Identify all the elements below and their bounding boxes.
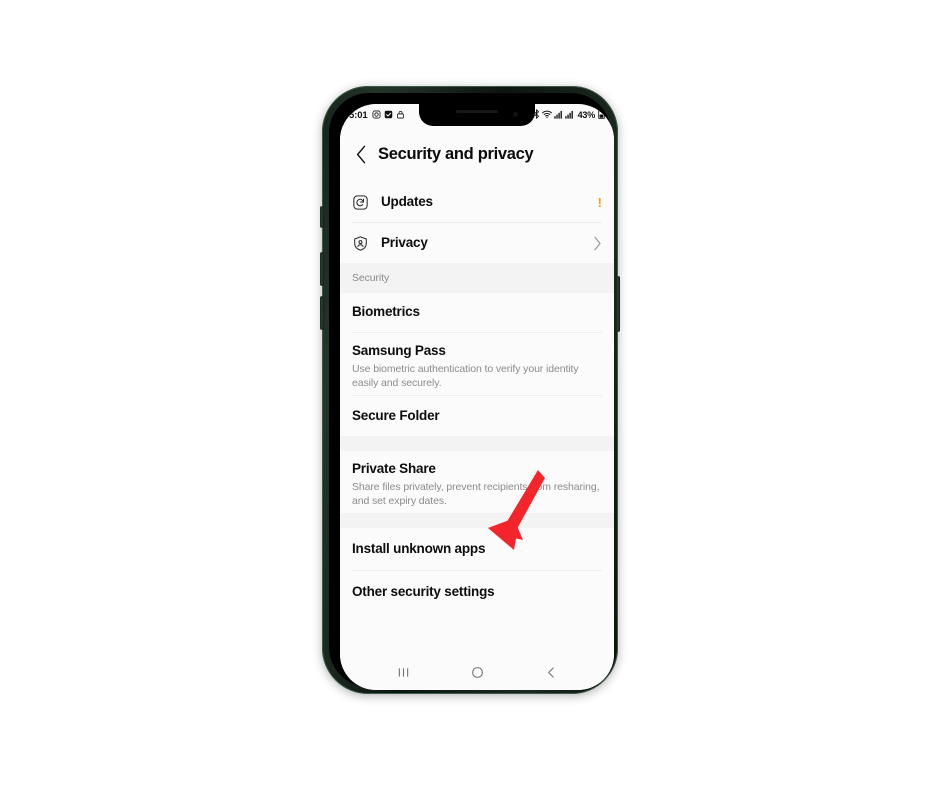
- android-navigation-bar: [340, 654, 614, 690]
- alert-badge: !: [598, 196, 602, 209]
- list-item-text: Biometrics: [352, 304, 602, 321]
- volume-down-button[interactable]: [320, 296, 324, 330]
- silence-switch-button[interactable]: [320, 206, 324, 228]
- lock-icon: [396, 106, 405, 124]
- list-item-samsung-pass[interactable]: Samsung Pass Use biometric authenticatio…: [340, 333, 614, 395]
- signal-bars-icon: [564, 106, 574, 124]
- status-bar-right: 43%: [533, 106, 605, 124]
- list-item-title: Biometrics: [352, 304, 420, 320]
- list-item-text: Secure Folder: [352, 408, 602, 425]
- power-button[interactable]: [616, 276, 620, 332]
- signal-bars-icon: [553, 106, 563, 124]
- page-title: Security and privacy: [378, 144, 534, 163]
- list-item-text: Samsung Pass Use biometric authenticatio…: [352, 343, 602, 391]
- list-item-title: Privacy: [381, 234, 428, 250]
- list-item-text: Privacy: [381, 235, 587, 252]
- group-separator: [340, 436, 614, 451]
- home-icon[interactable]: [462, 659, 492, 685]
- checkbox-icon: [384, 106, 393, 124]
- list-item-text: Other security settings: [352, 584, 602, 601]
- software-update-icon: [350, 192, 370, 212]
- list-item-description: Share files privately, prevent recipient…: [352, 480, 600, 507]
- chevron-right-icon: [593, 236, 602, 251]
- group-separator: [340, 513, 614, 528]
- list-item-text: Private Share Share files privately, pre…: [352, 461, 602, 509]
- settings-list: Updates ! Privacy Security Biometrics Sa…: [340, 182, 614, 654]
- chevron-left-icon[interactable]: [351, 144, 371, 164]
- battery-percent-label: 43%: [577, 110, 596, 120]
- phone-bezel: 5:01 43% Security and privacy Updates ! …: [329, 93, 614, 690]
- list-item-title: Install unknown apps: [352, 540, 486, 556]
- display-notch: [419, 104, 535, 126]
- page-header: Security and privacy: [340, 126, 614, 182]
- list-item-install-unknown-apps[interactable]: Install unknown apps: [340, 528, 614, 570]
- list-item-title: Secure Folder: [352, 407, 440, 423]
- phone-screen: 5:01 43% Security and privacy Updates ! …: [340, 104, 614, 690]
- list-item-text: Install unknown apps: [352, 541, 602, 558]
- list-item-biometrics[interactable]: Biometrics: [340, 293, 614, 332]
- list-item-other-security-settings[interactable]: Other security settings: [340, 571, 614, 613]
- battery-icon: [598, 106, 605, 124]
- phone-device-frame: 5:01 43% Security and privacy Updates ! …: [320, 86, 620, 694]
- wifi-icon: [541, 106, 552, 124]
- list-item-secure-folder[interactable]: Secure Folder: [340, 396, 614, 436]
- list-item-title: Samsung Pass: [352, 343, 446, 358]
- camera-icon: [372, 106, 381, 124]
- front-camera-icon: [513, 112, 518, 117]
- list-item-description: Use biometric authentication to verify y…: [352, 362, 579, 389]
- shield-person-icon: [350, 233, 370, 253]
- back-icon[interactable]: [536, 659, 566, 685]
- status-time: 5:01: [349, 109, 368, 121]
- section-header-label: Security: [352, 272, 390, 284]
- list-item-text: Updates: [381, 194, 592, 211]
- list-item-privacy[interactable]: Privacy: [340, 223, 614, 263]
- alert-badge-label: !: [597, 194, 602, 210]
- list-item-private-share[interactable]: Private Share Share files privately, pre…: [340, 451, 614, 513]
- list-item-title: Private Share: [352, 461, 436, 476]
- recents-icon[interactable]: [388, 659, 418, 685]
- section-header-security: Security: [340, 263, 614, 293]
- volume-up-button[interactable]: [320, 252, 324, 286]
- earpiece-speaker: [456, 110, 498, 113]
- list-item-updates[interactable]: Updates !: [340, 182, 614, 222]
- list-item-title: Updates: [381, 193, 433, 209]
- status-bar-left: 5:01: [349, 106, 405, 124]
- list-item-title: Other security settings: [352, 583, 495, 599]
